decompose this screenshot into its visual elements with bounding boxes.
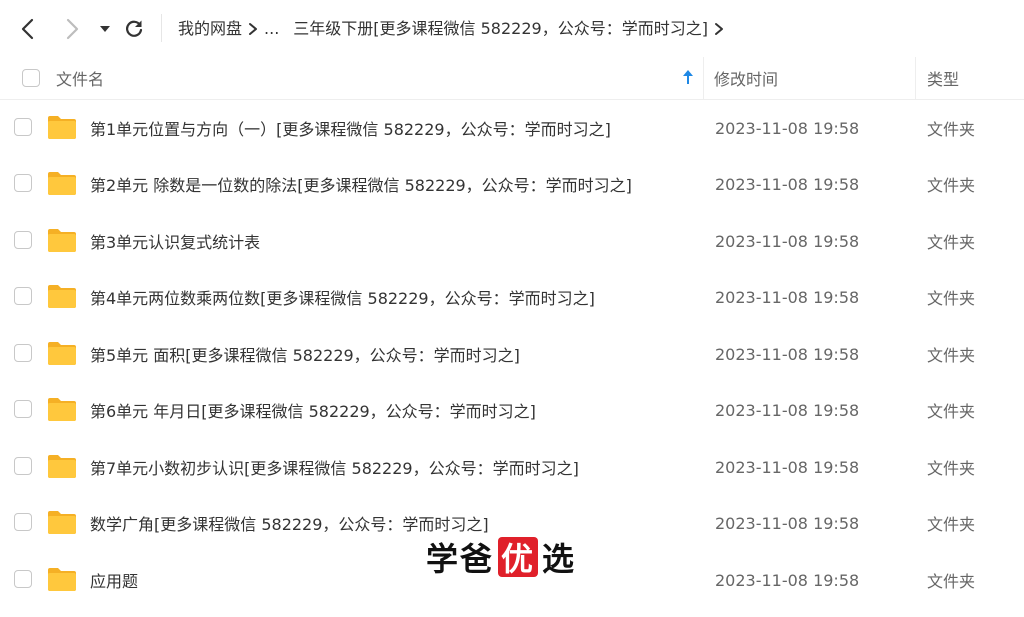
row-checkbox[interactable]	[14, 287, 32, 305]
column-header-modified[interactable]: 修改时间	[714, 57, 778, 99]
table-row[interactable]: 第6单元 年月日[更多课程微信 582229，公众号：学而时习之] 2023-1…	[0, 382, 1024, 438]
file-type: 文件夹	[927, 402, 976, 421]
history-dropdown-button[interactable]	[92, 16, 118, 42]
row-checkbox[interactable]	[14, 174, 32, 192]
folder-icon	[48, 229, 76, 252]
folder-icon	[48, 285, 76, 308]
select-all-cell	[22, 57, 40, 99]
back-button[interactable]	[15, 16, 41, 42]
column-header-name[interactable]: 文件名	[56, 57, 104, 99]
breadcrumb-ellipsis[interactable]: ...	[264, 17, 279, 41]
toolbar-divider	[161, 14, 162, 42]
file-name[interactable]: 第7单元小数初步认识[更多课程微信 582229，公众号：学而时习之]	[90, 439, 579, 495]
chevron-right-icon	[66, 18, 79, 40]
watermark: 学爸 优 选	[426, 535, 576, 579]
table-row[interactable]: 第3单元认识复式统计表 2023-11-08 19:58 文件夹	[0, 213, 1024, 269]
folder-icon	[48, 511, 76, 534]
folder-icon	[48, 568, 76, 591]
file-modified-time: 2023-11-08 19:58	[715, 231, 860, 251]
file-name[interactable]: 第2单元 除数是一位数的除法[更多课程微信 582229，公众号：学而时习之]	[90, 156, 632, 212]
file-name[interactable]: 第6单元 年月日[更多课程微信 582229，公众号：学而时习之]	[90, 382, 536, 438]
column-separator[interactable]	[703, 57, 704, 99]
navigation-bar: 我的网盘 ... 三年级下册[更多课程微信 582229，公众号：学而时习之]	[0, 0, 1024, 57]
row-checkbox[interactable]	[14, 344, 32, 362]
forward-button[interactable]	[59, 16, 85, 42]
file-name[interactable]: 应用题	[90, 552, 138, 608]
file-modified-time: 2023-11-08 19:58	[715, 457, 860, 477]
folder-icon	[48, 342, 76, 365]
folder-icon	[48, 455, 76, 478]
breadcrumb-current[interactable]: 三年级下册[更多课程微信 582229，公众号：学而时习之]	[293, 17, 708, 41]
file-modified-time: 2023-11-08 19:58	[715, 344, 860, 364]
table-row[interactable]: 第4单元两位数乘两位数[更多课程微信 582229，公众号：学而时习之] 202…	[0, 269, 1024, 325]
file-type: 文件夹	[927, 346, 976, 365]
table-row[interactable]: 第1单元位置与方向（一）[更多课程微信 582229，公众号：学而时习之] 20…	[0, 100, 1024, 156]
file-modified-time: 2023-11-08 19:58	[715, 118, 860, 138]
file-modified-time: 2023-11-08 19:58	[715, 400, 860, 420]
row-checkbox[interactable]	[14, 231, 32, 249]
file-type: 文件夹	[927, 289, 976, 308]
file-modified-time: 2023-11-08 19:58	[715, 513, 860, 533]
file-type: 文件夹	[927, 120, 976, 139]
file-modified-time: 2023-11-08 19:58	[715, 174, 860, 194]
table-row[interactable]: 第2单元 除数是一位数的除法[更多课程微信 582229，公众号：学而时习之] …	[0, 156, 1024, 212]
refresh-button[interactable]	[121, 16, 147, 42]
file-modified-time: 2023-11-08 19:58	[715, 570, 860, 590]
file-modified-time: 2023-11-08 19:58	[715, 287, 860, 307]
caret-down-icon	[100, 26, 110, 32]
chevron-left-icon	[21, 18, 34, 40]
folder-icon	[48, 172, 76, 195]
refresh-icon	[126, 20, 143, 37]
row-checkbox[interactable]	[14, 457, 32, 475]
row-checkbox[interactable]	[14, 400, 32, 418]
breadcrumb: 我的网盘 ... 三年级下册[更多课程微信 582229，公众号：学而时习之]	[178, 17, 730, 41]
table-row[interactable]: 第5单元 面积[更多课程微信 582229，公众号：学而时习之] 2023-11…	[0, 326, 1024, 382]
row-checkbox[interactable]	[14, 570, 32, 588]
folder-icon	[48, 398, 76, 421]
column-header-type[interactable]: 类型	[927, 57, 959, 99]
file-type: 文件夹	[927, 459, 976, 478]
watermark-text-2: 选	[542, 540, 577, 578]
breadcrumb-root[interactable]: 我的网盘	[178, 17, 242, 41]
watermark-text-1: 学爸	[426, 540, 495, 578]
row-checkbox[interactable]	[14, 118, 32, 136]
file-type: 文件夹	[927, 515, 976, 534]
folder-icon	[48, 116, 76, 139]
row-checkbox[interactable]	[14, 513, 32, 531]
table-row[interactable]: 第7单元小数初步认识[更多课程微信 582229，公众号：学而时习之] 2023…	[0, 439, 1024, 495]
file-type: 文件夹	[927, 572, 976, 591]
watermark-highlight: 优	[498, 537, 539, 578]
file-name[interactable]: 第4单元两位数乘两位数[更多课程微信 582229，公众号：学而时习之]	[90, 269, 595, 325]
file-list-header: 文件名 修改时间 类型	[0, 57, 1024, 100]
select-all-checkbox[interactable]	[22, 69, 40, 87]
file-type: 文件夹	[927, 176, 976, 195]
file-name[interactable]: 第5单元 面积[更多课程微信 582229，公众号：学而时习之]	[90, 326, 520, 382]
breadcrumb-expand-icon[interactable]	[708, 22, 730, 36]
sort-ascending-icon[interactable]	[681, 69, 695, 85]
column-separator[interactable]	[915, 57, 916, 99]
file-name[interactable]: 第1单元位置与方向（一）[更多课程微信 582229，公众号：学而时习之]	[90, 100, 611, 156]
file-name[interactable]: 第3单元认识复式统计表	[90, 213, 260, 269]
breadcrumb-separator-icon	[242, 22, 264, 36]
file-type: 文件夹	[927, 233, 976, 252]
